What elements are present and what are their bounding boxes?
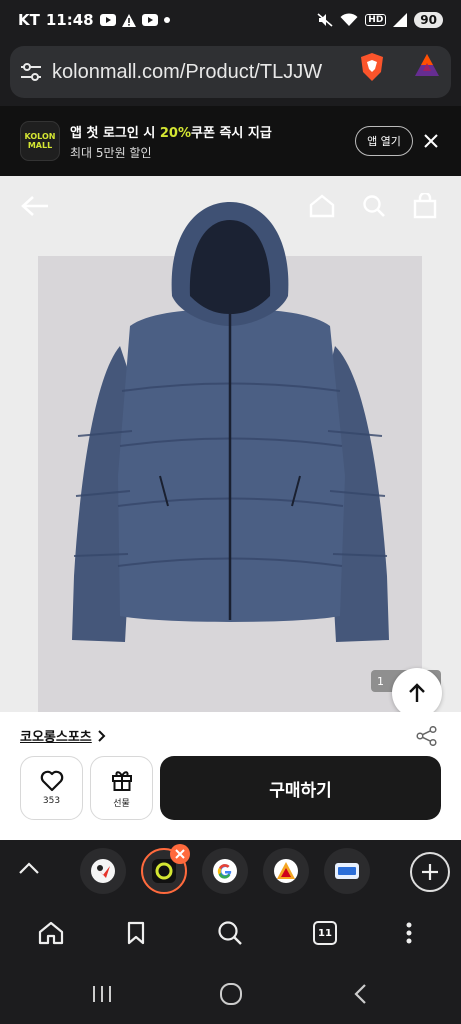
- youtube-notification-icon: [99, 14, 116, 26]
- site-settings-icon[interactable]: [20, 62, 42, 82]
- system-back-icon[interactable]: [345, 979, 375, 1009]
- search-button[interactable]: [215, 918, 245, 948]
- product-photo-jacket: [72, 202, 389, 642]
- brand-name[interactable]: 코오롱스포츠: [20, 726, 92, 745]
- tab-strip: [0, 840, 461, 904]
- tab-site-icon-4: [274, 859, 298, 883]
- scroll-to-top-button[interactable]: [392, 668, 442, 712]
- home-button[interactable]: [36, 918, 66, 948]
- product-image-gallery[interactable]: 1: [0, 176, 461, 712]
- bookmark-icon: [127, 921, 145, 945]
- plus-icon: [422, 864, 438, 880]
- logo-line-2: MALL: [27, 141, 53, 150]
- banner-title-suffix: 쿠폰 즉시 지급: [191, 125, 272, 141]
- banner-subtitle: 최대 5만원 할인: [70, 145, 152, 160]
- close-icon[interactable]: [420, 129, 442, 153]
- url-text[interactable]: kolonmall.com/Product/TLJJW: [52, 61, 334, 84]
- home-icon: [38, 921, 64, 945]
- banner-title-highlight: 20%: [159, 125, 191, 141]
- tab-item[interactable]: [324, 848, 370, 894]
- like-count: 353: [42, 796, 61, 806]
- share-icon[interactable]: [416, 725, 440, 748]
- chevron-up-icon[interactable]: [18, 860, 42, 880]
- like-button[interactable]: 353: [20, 756, 83, 820]
- shopping-bag-icon[interactable]: [410, 191, 440, 221]
- banner-title-prefix: 앱 첫 로그인 시: [70, 125, 160, 141]
- image-counter-current: 1: [377, 674, 384, 688]
- tab-item[interactable]: [202, 848, 248, 894]
- brave-shields-icon[interactable]: [359, 52, 385, 86]
- product-purchase-section: 코오롱스포츠 353 선물 구매하기: [0, 712, 461, 840]
- tabs-count: 11: [313, 921, 337, 945]
- kolon-mall-logo: KOLON MALL: [20, 121, 60, 161]
- chevron-right-icon: [98, 729, 106, 742]
- carrier-label: KT: [18, 11, 40, 29]
- gift-button[interactable]: 선물: [90, 756, 153, 820]
- browser-address-area: kolonmall.com/Product/TLJJW: [0, 40, 461, 106]
- hd-voice-icon: HD: [365, 14, 387, 26]
- search-icon: [218, 921, 242, 945]
- search-icon[interactable]: [359, 191, 389, 221]
- open-app-button[interactable]: 앱 열기: [355, 126, 413, 156]
- buy-button[interactable]: 구매하기: [160, 756, 441, 820]
- brand-link[interactable]: 코오롱스포츠: [20, 726, 106, 745]
- more-vertical-icon: [406, 922, 412, 944]
- gift-label: 선물: [113, 798, 130, 809]
- system-home-icon[interactable]: [216, 979, 246, 1009]
- more-notifications-dot-icon: [163, 17, 170, 23]
- tab-item[interactable]: [263, 848, 309, 894]
- gift-icon: [111, 770, 132, 791]
- system-navigation-bar: [0, 964, 461, 1024]
- brave-rewards-icon[interactable]: [415, 54, 439, 80]
- heart-icon: [40, 770, 63, 792]
- banner-title: 앱 첫 로그인 시 20%쿠폰 즉시 지급: [70, 122, 272, 141]
- browser-toolbar: 11: [0, 904, 461, 964]
- logo-line-1: KOLON: [24, 132, 56, 141]
- back-arrow-icon[interactable]: [20, 191, 50, 221]
- arrow-up-icon: [409, 683, 425, 702]
- app-install-banner: KOLON MALL 앱 첫 로그인 시 20%쿠폰 즉시 지급 최대 5만원 …: [0, 106, 461, 176]
- wifi-icon: [340, 13, 358, 27]
- status-bar: KT 11:48 HD 90: [0, 0, 461, 40]
- warning-notification-icon: [121, 13, 136, 27]
- tab-site-icon-1: [91, 859, 115, 883]
- mute-icon: [317, 13, 333, 27]
- youtube-notification-icon-2: [141, 14, 158, 26]
- bookmark-button[interactable]: [121, 918, 151, 948]
- home-icon[interactable]: [307, 191, 337, 221]
- tab-item[interactable]: [80, 848, 126, 894]
- tabs-button[interactable]: 11: [310, 918, 340, 948]
- clock: 11:48: [45, 11, 94, 29]
- signal-icon: [393, 13, 408, 27]
- close-tab-icon[interactable]: [170, 844, 190, 864]
- google-icon: [213, 859, 237, 883]
- new-tab-button[interactable]: [410, 852, 450, 892]
- battery-indicator: 90: [414, 12, 443, 28]
- tab-site-icon-5: [335, 863, 359, 879]
- recent-apps-icon[interactable]: [87, 979, 117, 1009]
- menu-button[interactable]: [394, 918, 424, 948]
